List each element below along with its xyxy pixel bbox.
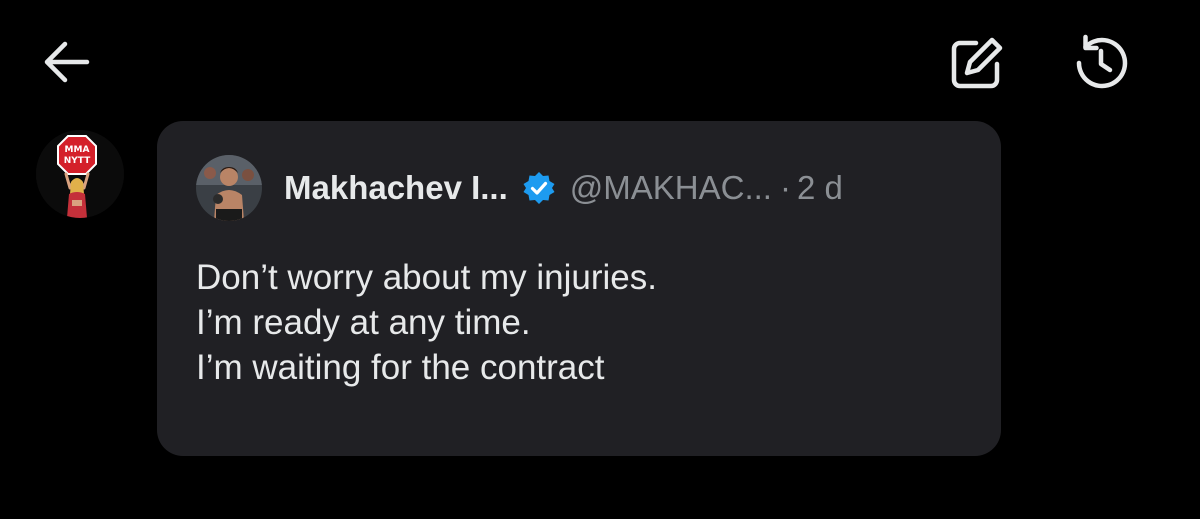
svg-text:NYTT: NYTT (64, 156, 91, 166)
verified-badge-icon (522, 171, 556, 205)
edit-icon (951, 37, 1003, 89)
post-text-line: I’m waiting for the contract (196, 348, 605, 387)
history-button[interactable] (1068, 30, 1134, 96)
post-text-line: Don’t worry about my injuries. (196, 258, 657, 297)
quoted-author-avatar[interactable] (196, 155, 262, 221)
post-timestamp: 2 d (796, 169, 843, 206)
history-icon (1076, 34, 1128, 89)
svg-text:MMA: MMA (65, 145, 90, 155)
author-display-name[interactable]: Makhachev I... (284, 169, 508, 207)
sender-avatar[interactable]: MMA NYTT (36, 130, 124, 218)
back-button[interactable] (36, 34, 96, 90)
quoted-post-text: Don’t worry about my injuries. I’m ready… (196, 255, 976, 390)
quoted-post-header: Makhachev I... @MAKHAC... · 2 d (284, 162, 843, 214)
author-handle: @MAKHAC... (569, 169, 772, 206)
arrow-left-icon (44, 41, 90, 83)
edit-button[interactable] (944, 32, 1010, 94)
post-text-line: I’m ready at any time. (196, 303, 531, 342)
mma-nytt-avatar-image: MMA NYTT (36, 130, 124, 218)
header-separator: · (779, 169, 791, 206)
fighter-avatar-image (196, 155, 262, 221)
